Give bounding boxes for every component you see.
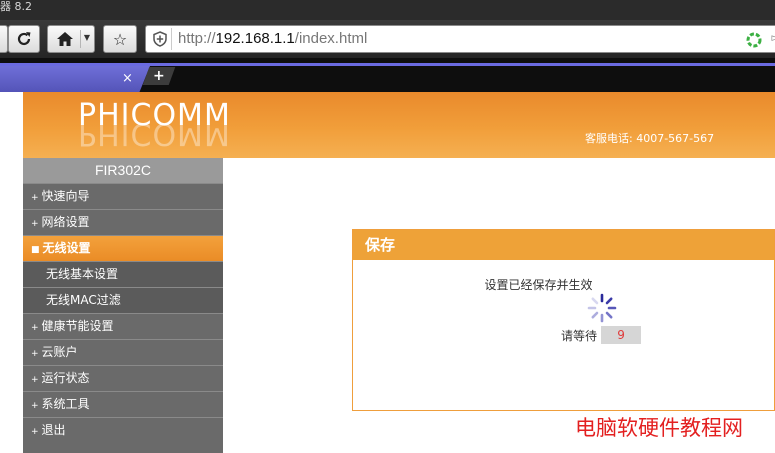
sidebar-item-quick-setup[interactable]: + 快速向导: [23, 183, 223, 209]
address-bar[interactable]: http://192.168.1.1/index.html ▻: [145, 25, 775, 53]
browser-tab[interactable]: ×: [0, 66, 150, 92]
window-titlebar: 器 8.2: [0, 0, 775, 20]
home-icon: [57, 32, 73, 46]
url-host: 192.168.1.1: [215, 30, 295, 47]
back-button[interactable]: [0, 25, 8, 53]
url-path: /index.html: [294, 30, 368, 47]
save-panel-title: 保存: [353, 230, 774, 260]
tab-strip: × +: [0, 58, 775, 92]
page-header: PHICOMM PHICOMM 客服电话: 4007-567-567: [23, 92, 775, 158]
reload-button[interactable]: [8, 25, 40, 53]
save-panel: 保存 设置已经保存并生效 请等待 9: [352, 229, 775, 411]
reload-icon: [17, 32, 31, 46]
save-message: 设置已经保存并生效: [484, 278, 593, 292]
shield-icon: [148, 28, 172, 50]
sidebar-item-system-tools[interactable]: + 系统工具: [23, 391, 223, 417]
sidebar-subitem-wireless-mac-filter[interactable]: 无线MAC过滤: [23, 287, 223, 313]
star-icon: ☆: [112, 29, 128, 49]
service-hotline: 客服电话: 4007-567-567: [585, 132, 715, 145]
sidebar-item-network[interactable]: + 网络设置: [23, 209, 223, 235]
wait-label: 请等待: [561, 328, 598, 343]
tab-accent-line: [0, 63, 775, 66]
sidebar-item-status[interactable]: + 运行状态: [23, 365, 223, 391]
sidebar-subitem-wireless-basic[interactable]: 无线基本设置: [23, 261, 223, 287]
spinner-icon: [587, 293, 617, 323]
countdown-value: 9: [601, 326, 642, 344]
device-model: FIR302C: [23, 158, 223, 183]
home-button[interactable]: ▼: [47, 25, 95, 53]
browser-toolbar: ▼ ☆ http://192.168.1.1/index.html ▻: [0, 20, 775, 58]
wait-row: 请等待 9: [561, 326, 642, 344]
sidebar-item-cloud-account[interactable]: + 云账户: [23, 339, 223, 365]
sidebar-item-logout[interactable]: + 退出: [23, 417, 223, 443]
brand-logo-reflection: PHICOMM: [78, 124, 231, 148]
window-title: 器 8.2: [0, 0, 32, 13]
bookmark-button[interactable]: ☆: [103, 25, 137, 53]
site-watermark: 电脑软硬件教程网: [575, 416, 743, 440]
new-tab-button[interactable]: +: [142, 67, 176, 85]
sidebar-item-health-energy[interactable]: + 健康节能设置: [23, 313, 223, 339]
loading-icon: [746, 32, 762, 48]
url-text[interactable]: http://192.168.1.1/index.html: [178, 30, 367, 47]
sidebar-item-wireless[interactable]: ■ 无线设置: [23, 235, 223, 261]
chevron-down-icon[interactable]: ▼: [84, 33, 90, 42]
more-icon[interactable]: ▻: [772, 31, 775, 44]
home-menu-separator: [80, 30, 81, 48]
close-icon[interactable]: ×: [122, 71, 133, 86]
sidebar: FIR302C + 快速向导 + 网络设置 ■ 无线设置 无线基本设置 无线MAC过滤…: [23, 158, 223, 453]
plus-icon: +: [153, 68, 165, 84]
url-scheme: http://: [178, 30, 216, 47]
